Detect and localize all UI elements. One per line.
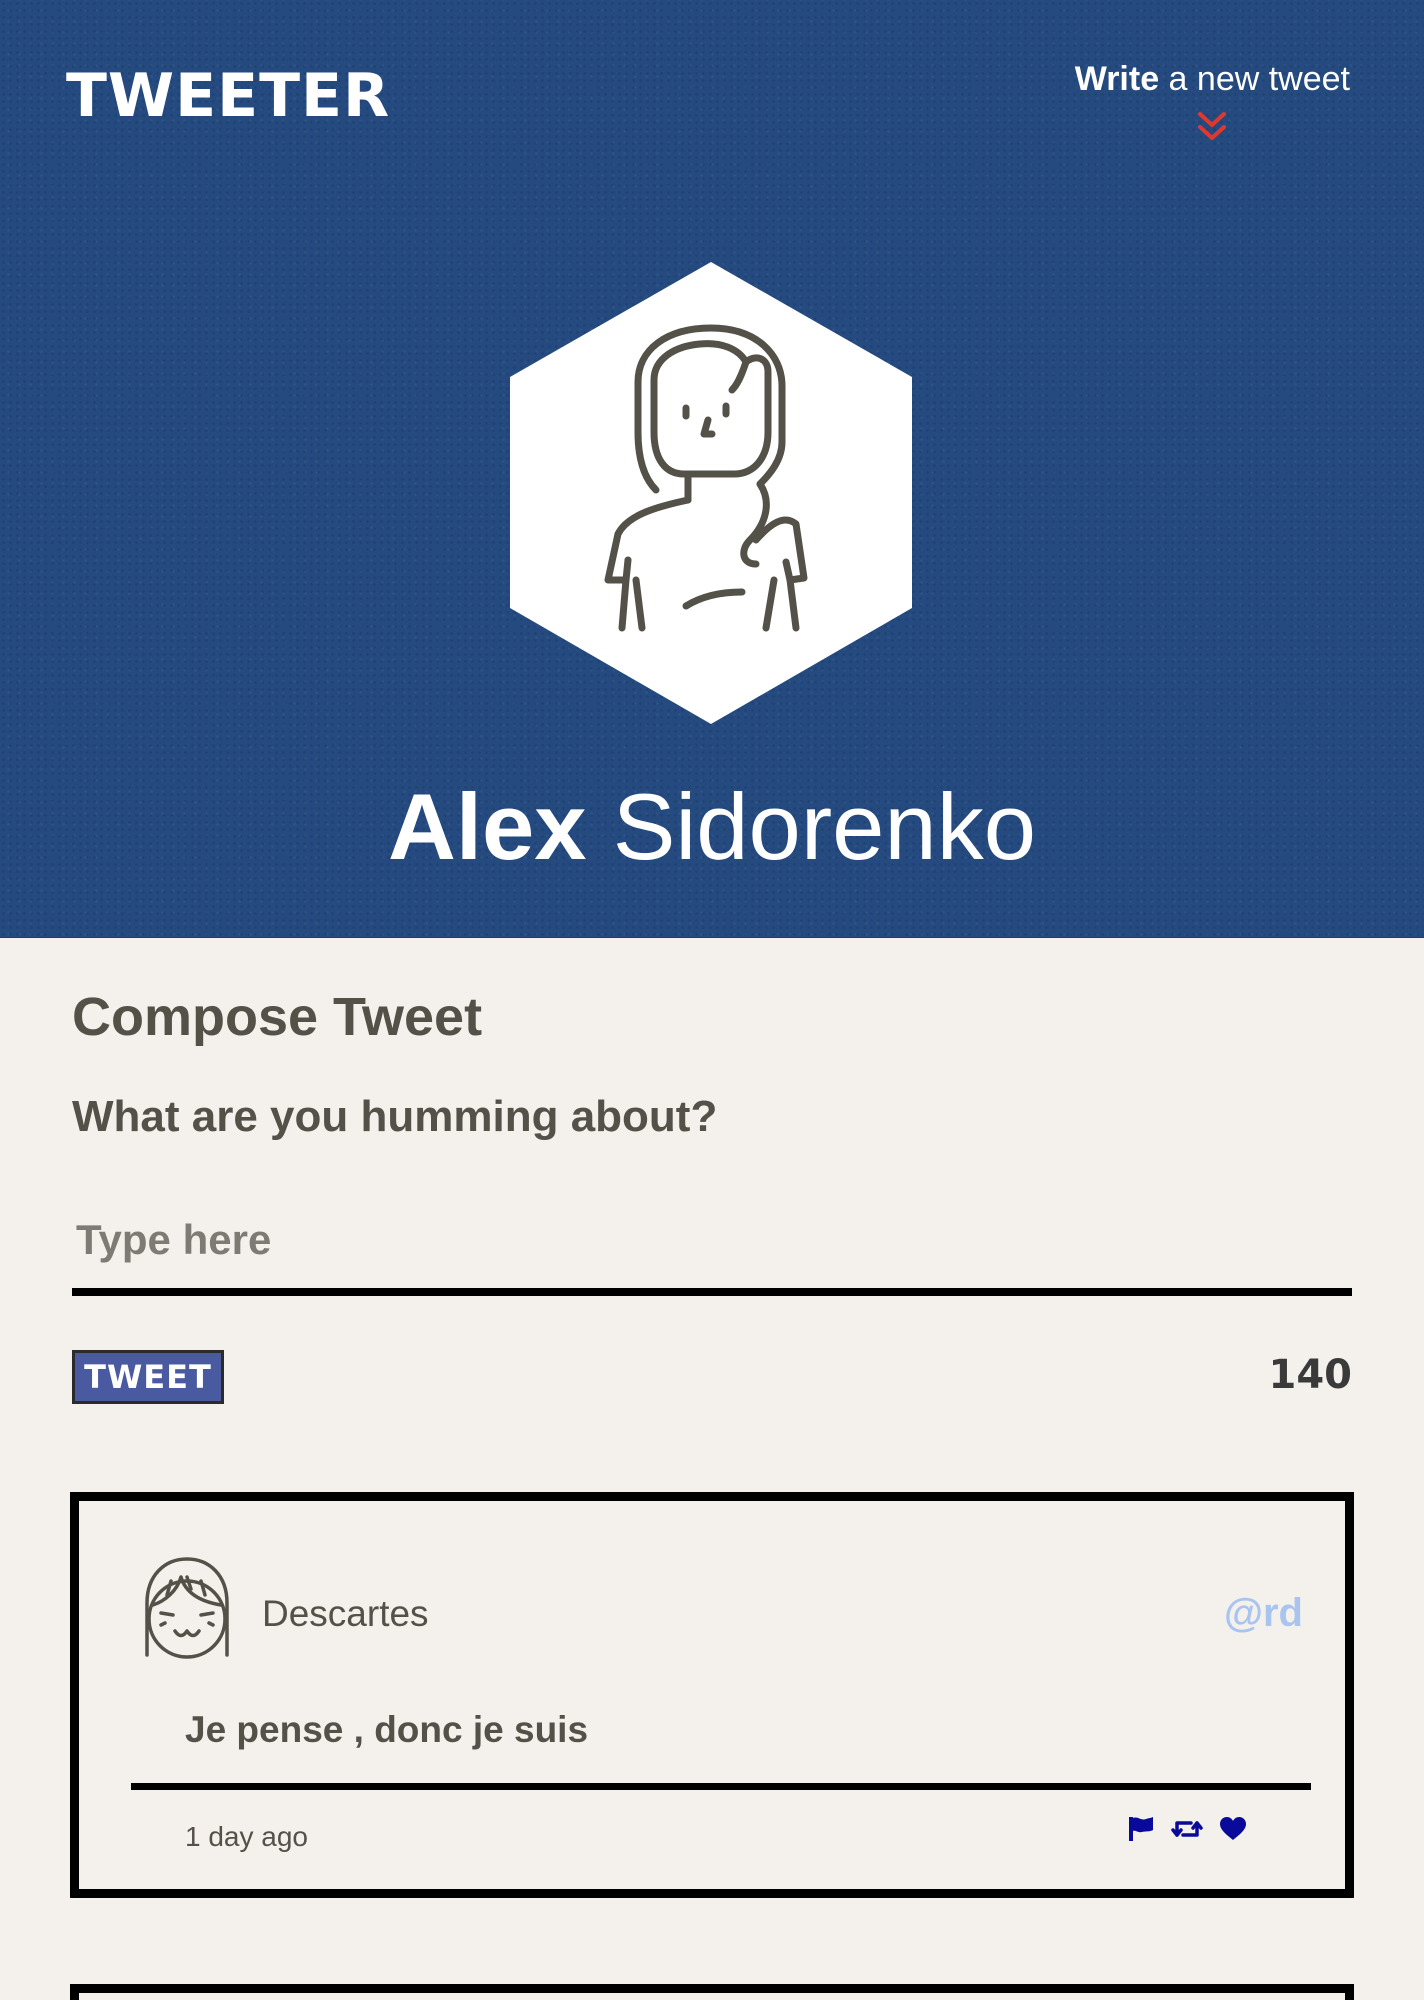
double-chevron-down-icon[interactable]: [1195, 110, 1229, 144]
app-logo[interactable]: TWEETER: [66, 66, 390, 126]
write-tweet-bold: Write: [1074, 60, 1160, 98]
profile-last-name: Sidorenko: [586, 774, 1036, 879]
tweet-author-name: Descartes: [262, 1593, 429, 1634]
compose-title: Compose Tweet: [72, 987, 483, 1047]
tweet-content: Je pense , donc je suis: [185, 1709, 589, 1750]
tweet-input[interactable]: [72, 1192, 1352, 1296]
write-tweet-label: a new tweet: [1159, 60, 1350, 98]
profile-avatar: [510, 262, 912, 724]
tweet-card-next: [70, 1984, 1354, 2000]
compose-question: What are you humming about?: [72, 1092, 718, 1141]
retweet-icon[interactable]: [1171, 1815, 1203, 1843]
tweet-card: Descartes @rd Je pense , donc je suis 1 …: [70, 1492, 1354, 1898]
flag-icon[interactable]: [1127, 1815, 1155, 1843]
write-tweet-toggle[interactable]: Write a new tweet: [1075, 62, 1350, 144]
profile-header: TWEETER Write a new tweet Alex Sidorenko: [0, 0, 1424, 938]
character-counter: 140: [1268, 1352, 1353, 1398]
heart-icon[interactable]: [1219, 1816, 1247, 1842]
tweet-divider: [131, 1783, 1311, 1790]
girl-avatar-icon: [145, 1557, 229, 1659]
tweet-timestamp: 1 day ago: [185, 1821, 308, 1852]
profile-name: Alex Sidorenko: [0, 780, 1424, 874]
tweet-actions: [1127, 1815, 1247, 1843]
profile-first-name: Alex: [388, 774, 587, 879]
tweet-author-handle[interactable]: @rd: [1224, 1591, 1303, 1636]
tweet-button[interactable]: TWEET: [72, 1350, 224, 1404]
